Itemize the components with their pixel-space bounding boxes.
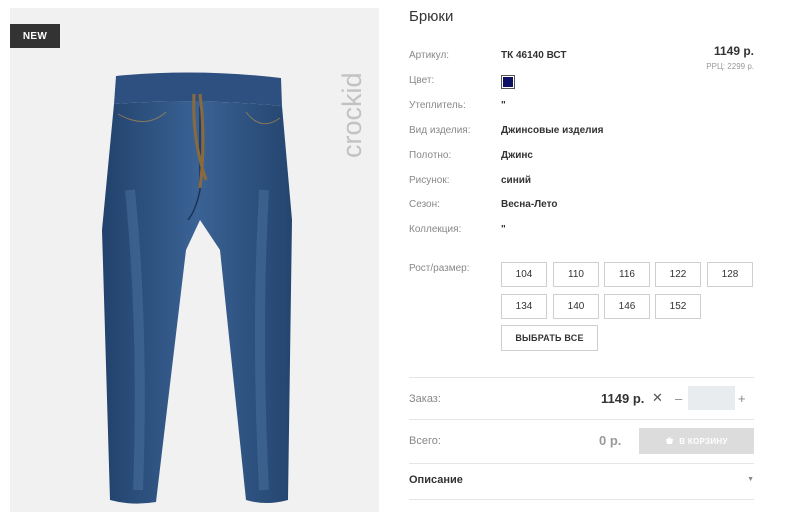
divider xyxy=(409,419,754,420)
new-badge: NEW xyxy=(10,24,60,48)
fabric-label: Полотно: xyxy=(409,150,452,161)
product-rrp: РРЦ: 2299 р. xyxy=(706,62,754,71)
product-info: Брюки 1149 р. РРЦ: 2299 р. Артикул: ТК 4… xyxy=(409,0,754,512)
product-image[interactable]: NEW crockid xyxy=(10,8,379,512)
add-to-cart-label: В КОРЗИНУ xyxy=(679,436,728,446)
product-price: 1149 р. xyxy=(713,44,754,58)
chevron-down-icon[interactable]: ▼ xyxy=(747,476,754,483)
color-label: Цвет: xyxy=(409,75,435,86)
crockid-logo: crockid xyxy=(337,72,367,158)
select-all-sizes-button[interactable]: ВЫБРАТЬ ВСЕ xyxy=(501,325,598,351)
quantity-increment-button[interactable]: + xyxy=(738,391,746,406)
cart-icon xyxy=(666,436,674,444)
size-option[interactable]: 110 xyxy=(553,262,599,287)
product-type-value: Джинсовые изделия xyxy=(501,125,604,136)
divider xyxy=(409,499,754,500)
add-to-cart-button[interactable]: В КОРЗИНУ xyxy=(639,428,754,454)
pattern-value: синий xyxy=(501,175,532,186)
color-swatch[interactable] xyxy=(501,75,515,89)
collection-value: " xyxy=(501,224,506,235)
quantity-decrement-button[interactable]: – xyxy=(675,391,682,406)
size-option[interactable]: 104 xyxy=(501,262,547,287)
divider xyxy=(409,463,754,464)
article-label: Артикул: xyxy=(409,50,450,61)
fabric-value: Джинс xyxy=(501,150,533,161)
divider xyxy=(409,377,754,378)
collection-label: Коллекция: xyxy=(409,224,462,235)
size-option[interactable]: 128 xyxy=(707,262,753,287)
size-option[interactable]: 146 xyxy=(604,294,650,319)
total-label: Всего: xyxy=(409,435,441,447)
order-price: 1149 р. xyxy=(601,391,645,406)
order-label: Заказ: xyxy=(409,393,441,405)
size-option[interactable]: 116 xyxy=(604,262,650,287)
size-option[interactable]: 134 xyxy=(501,294,547,319)
season-value: Весна-Лето xyxy=(501,199,558,210)
description-toggle[interactable]: Описание xyxy=(409,474,463,486)
jeans-photo xyxy=(102,72,292,504)
insulation-value: " xyxy=(501,100,506,111)
product-title: Брюки xyxy=(409,8,454,25)
size-option[interactable]: 122 xyxy=(655,262,701,287)
quantity-input[interactable] xyxy=(688,386,735,410)
brand-logo-text: crockid xyxy=(337,72,367,158)
size-option[interactable]: 152 xyxy=(655,294,701,319)
size-label: Рост/размер: xyxy=(409,263,470,274)
size-option[interactable]: 140 xyxy=(553,294,599,319)
product-type-label: Вид изделия: xyxy=(409,125,471,136)
times-icon: ✕ xyxy=(652,390,663,405)
insulation-label: Утеплитель: xyxy=(409,100,466,111)
total-value: 0 р. xyxy=(599,433,622,448)
pattern-label: Рисунок: xyxy=(409,175,450,186)
season-label: Сезон: xyxy=(409,199,440,210)
article-value: ТК 46140 ВСТ xyxy=(501,50,567,61)
